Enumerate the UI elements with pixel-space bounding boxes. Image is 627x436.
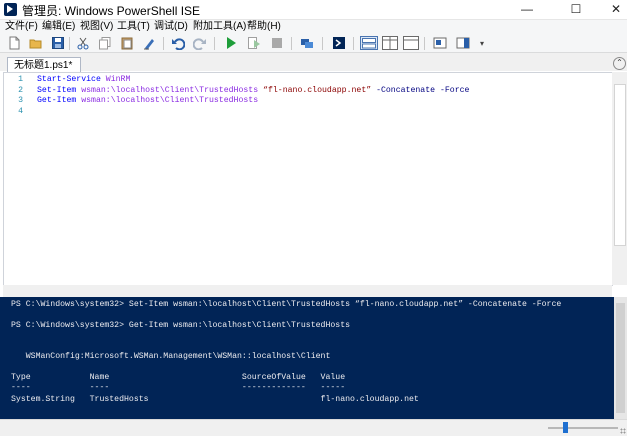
toolbar-separator	[291, 37, 292, 50]
open-folder-icon[interactable]	[29, 36, 43, 50]
menu-view[interactable]: 视图(V)	[80, 20, 113, 34]
code-line: Start-Service WinRM	[37, 75, 130, 84]
script-editor[interactable]: 1 Start-Service WinRM 2 Set-Item wsman:\loc…	[3, 72, 613, 286]
tab-untitled-script[interactable]: 无标题1.ps1*	[7, 57, 82, 73]
menu-file[interactable]: 文件(F)	[5, 20, 38, 34]
show-script-top-icon[interactable]	[360, 36, 378, 50]
resize-grip[interactable]	[620, 428, 626, 434]
code-token: Start-Service	[37, 75, 101, 84]
editor-horizontal-scrollbar[interactable]	[3, 285, 612, 297]
zoom-slider-track[interactable]	[548, 427, 618, 429]
show-command-addon-icon[interactable]	[456, 36, 470, 50]
minimize-button[interactable]: —	[507, 0, 547, 19]
show-script-right-icon[interactable]	[382, 36, 398, 50]
code-token: wsman:\localhost\Client\TrustedHosts	[81, 85, 259, 95]
save-icon[interactable]	[51, 36, 65, 50]
close-button[interactable]: ✕	[596, 0, 627, 19]
console-scroll-thumb[interactable]	[616, 303, 625, 413]
toolbar-separator	[424, 37, 425, 50]
code-line: Set-Item wsman:\localhost\Client\Trusted…	[37, 86, 469, 95]
console-output-line: Type Name SourceOfValue Value	[11, 373, 346, 382]
toolbar-separator	[322, 37, 323, 50]
toolbar: ▾	[0, 34, 627, 53]
redo-icon[interactable]	[193, 36, 207, 50]
console-output-line: WSManConfig:Microsoft.WSMan.Management\W…	[11, 352, 331, 361]
menu-tools[interactable]: 工具(T)	[117, 20, 150, 34]
collapse-script-pane-button[interactable]: ⌃	[613, 57, 626, 70]
console-output-line: PS C:\Windows\system32> Set-Item wsman:\…	[11, 300, 562, 309]
script-tab-strip	[0, 53, 627, 71]
powershell-app-icon	[4, 3, 17, 16]
toolbar-separator	[214, 37, 215, 50]
run-selection-icon[interactable]	[247, 36, 261, 50]
window-title: 管理员: Windows PowerShell ISE	[22, 4, 201, 18]
line-number: 1	[18, 75, 23, 84]
menu-help[interactable]: 帮助(H)	[247, 20, 281, 34]
code-token: WinRM	[105, 75, 131, 84]
stop-icon[interactable]	[270, 36, 284, 50]
paste-icon[interactable]	[120, 36, 134, 50]
menu-edit[interactable]: 编辑(E)	[42, 20, 75, 34]
copy-icon[interactable]	[98, 36, 112, 50]
cut-icon[interactable]	[76, 36, 90, 50]
menu-bar: 文件(F) 编辑(E) 视图(V) 工具(T) 调试(D) 附加工具(A) 帮助…	[0, 20, 627, 34]
show-command-window-icon[interactable]	[433, 36, 447, 50]
toolbar-overflow-icon[interactable]: ▾	[480, 39, 484, 48]
menu-addons[interactable]: 附加工具(A)	[193, 20, 246, 34]
run-script-icon[interactable]	[224, 36, 238, 50]
toolbar-separator	[163, 37, 164, 50]
code-token: Get-Item	[37, 96, 77, 106]
code-token: “fl-nano.cloudapp.net”	[263, 85, 372, 95]
line-number: 4	[18, 106, 23, 116]
new-file-icon[interactable]	[7, 36, 21, 50]
console-output-line: System.String TrustedHosts fl-nano.cloud…	[11, 395, 419, 404]
undo-icon[interactable]	[171, 36, 185, 50]
zoom-slider-thumb[interactable]	[563, 422, 568, 433]
maximize-button[interactable]: ☐	[556, 0, 596, 19]
console-output-line: ---- ---- ------------- -----	[11, 383, 346, 392]
line-number: 2	[18, 85, 23, 95]
new-remote-tab-icon[interactable]	[300, 36, 314, 50]
code-token: -Concatenate	[376, 85, 436, 95]
line-number: 3	[18, 96, 23, 106]
code-token: wsman:\localhost\Client\TrustedHosts	[81, 96, 259, 106]
toolbar-separator	[353, 37, 354, 50]
code-token: -Force	[439, 85, 470, 95]
console-output-line: PS C:\Windows\system32> Get-Item wsman:\…	[11, 321, 351, 330]
start-powershell-icon[interactable]	[332, 36, 346, 50]
code-token: Set-Item	[37, 85, 77, 95]
editor-scroll-thumb[interactable]	[614, 84, 626, 246]
code-line: Get-Item wsman:\localhost\Client\Trusted…	[37, 96, 258, 105]
toolbar-separator	[69, 37, 70, 50]
show-script-maximized-icon[interactable]	[403, 36, 419, 50]
status-bar	[0, 419, 627, 436]
menu-debug[interactable]: 调试(D)	[154, 20, 188, 34]
clear-console-icon[interactable]	[142, 36, 156, 50]
